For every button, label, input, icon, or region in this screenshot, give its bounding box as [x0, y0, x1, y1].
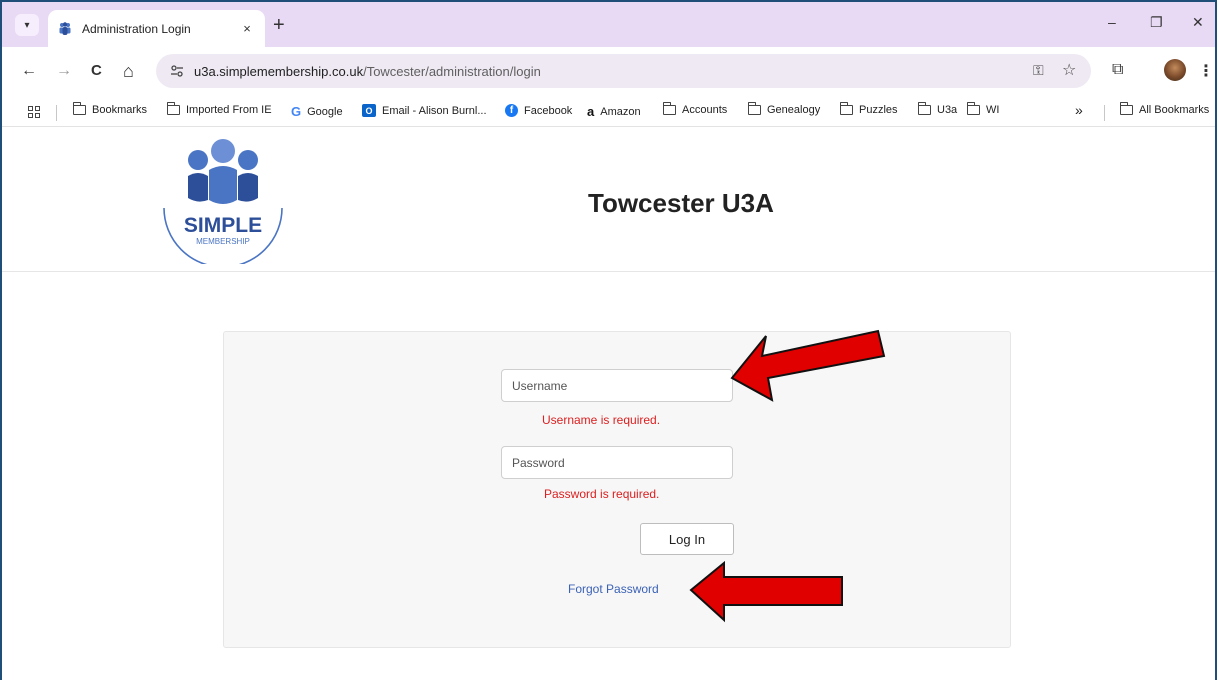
- tab-administration-login[interactable]: Administration Login ×: [48, 10, 265, 47]
- username-error: Username is required.: [542, 413, 661, 427]
- folder-icon: [662, 102, 676, 115]
- restore-icon[interactable]: ❐: [1150, 14, 1163, 31]
- browser-window: ▾ Administration Login × + – ❐ ✕ ← → C ⌂…: [0, 0, 1217, 680]
- back-icon[interactable]: ←: [21, 62, 37, 80]
- bookmark-bookmarks[interactable]: Bookmarks: [72, 102, 147, 116]
- username-input[interactable]: [501, 369, 733, 402]
- close-window-icon[interactable]: ✕: [1192, 14, 1204, 31]
- facebook-icon: f: [505, 104, 518, 117]
- folder-icon: [166, 102, 180, 115]
- all-bookmarks[interactable]: All Bookmarks: [1119, 102, 1209, 116]
- bookmark-puzzles[interactable]: Puzzles: [839, 102, 898, 116]
- folder-icon: [966, 102, 980, 115]
- bookmark-star-icon[interactable]: ☆: [1062, 60, 1076, 80]
- google-icon: G: [291, 104, 302, 119]
- bookmark-email[interactable]: O Email - Alison Burnl...: [362, 104, 487, 117]
- amazon-icon: a: [587, 104, 595, 119]
- close-tab-icon[interactable]: ×: [239, 21, 255, 36]
- password-error: Password is required.: [544, 487, 660, 501]
- site-title: Towcester U3A: [588, 188, 774, 218]
- bookmark-google[interactable]: G Google: [291, 104, 343, 119]
- chevron-down-icon: ▾: [24, 19, 30, 31]
- folder-icon: [917, 102, 931, 115]
- tab-strip: ▾ Administration Login × + – ❐ ✕: [2, 2, 1215, 47]
- folder-icon: [72, 102, 86, 115]
- bookmark-imported-from-ie[interactable]: Imported From IE: [166, 102, 272, 116]
- forward-icon[interactable]: →: [56, 62, 72, 80]
- folder-icon: [1119, 102, 1133, 115]
- login-form: Username is required. Password is requir…: [223, 331, 1011, 648]
- url-path: /Towcester/administration/login: [363, 63, 541, 79]
- red-arrow-annotation-username: [730, 329, 886, 402]
- bookmark-accounts[interactable]: Accounts: [662, 102, 727, 116]
- logo-word: SIMPLE: [184, 214, 262, 237]
- bookmarks-bar: Bookmarks Imported From IE G Google O Emai…: [2, 99, 1215, 127]
- site-header: SIMPLE MEMBERSHIP Towcester U3A: [2, 128, 1215, 272]
- forgot-password-link[interactable]: Forgot Password: [568, 582, 659, 596]
- browser-toolbar: ← → C ⌂ u3a.simplemembership.co.uk/Towce…: [2, 47, 1215, 99]
- bookmarks-divider: [1104, 105, 1105, 121]
- bookmark-genealogy[interactable]: Genealogy: [747, 102, 820, 116]
- tab-title: Administration Login: [82, 21, 191, 36]
- bookmark-facebook[interactable]: f Facebook: [505, 104, 572, 117]
- outlook-icon: O: [362, 104, 376, 117]
- tab-search-button[interactable]: ▾: [15, 14, 39, 36]
- new-tab-button[interactable]: +: [273, 15, 285, 35]
- apps-grid-icon[interactable]: [28, 106, 40, 118]
- bookmark-u3a[interactable]: U3a: [917, 102, 957, 116]
- url-text: u3a.simplemembership.co.uk/Towcester/adm…: [194, 64, 541, 79]
- profile-avatar[interactable]: [1164, 59, 1186, 81]
- menu-icon[interactable]: ⋮: [1198, 61, 1214, 81]
- reload-icon[interactable]: C: [91, 62, 102, 80]
- home-icon[interactable]: ⌂: [123, 62, 134, 80]
- bookmarks-divider: [56, 105, 57, 121]
- folder-icon: [839, 102, 853, 115]
- site-info-icon[interactable]: [168, 62, 186, 80]
- address-bar[interactable]: u3a.simplemembership.co.uk/Towcester/adm…: [156, 54, 1091, 88]
- bookmark-wi[interactable]: WI: [966, 102, 999, 116]
- u3a-favicon-icon: [59, 21, 71, 35]
- red-arrow-annotation-forgot: [689, 560, 843, 623]
- minimize-icon[interactable]: –: [1108, 14, 1116, 30]
- page-content: SIMPLE MEMBERSHIP Towcester U3A Username…: [2, 128, 1215, 680]
- login-button[interactable]: Log In: [640, 523, 734, 555]
- password-input[interactable]: [501, 446, 733, 479]
- bookmarks-overflow-icon[interactable]: »: [1075, 102, 1083, 118]
- logo-sub: MEMBERSHIP: [196, 237, 250, 246]
- bookmark-amazon[interactable]: a Amazon: [587, 104, 641, 119]
- extensions-icon[interactable]: ⧉: [1112, 61, 1123, 79]
- simple-membership-logo: SIMPLE MEMBERSHIP: [163, 139, 283, 264]
- url-host: u3a.simplemembership.co.uk: [194, 63, 364, 79]
- folder-icon: [747, 102, 761, 115]
- password-key-icon[interactable]: ⚿: [1033, 62, 1044, 79]
